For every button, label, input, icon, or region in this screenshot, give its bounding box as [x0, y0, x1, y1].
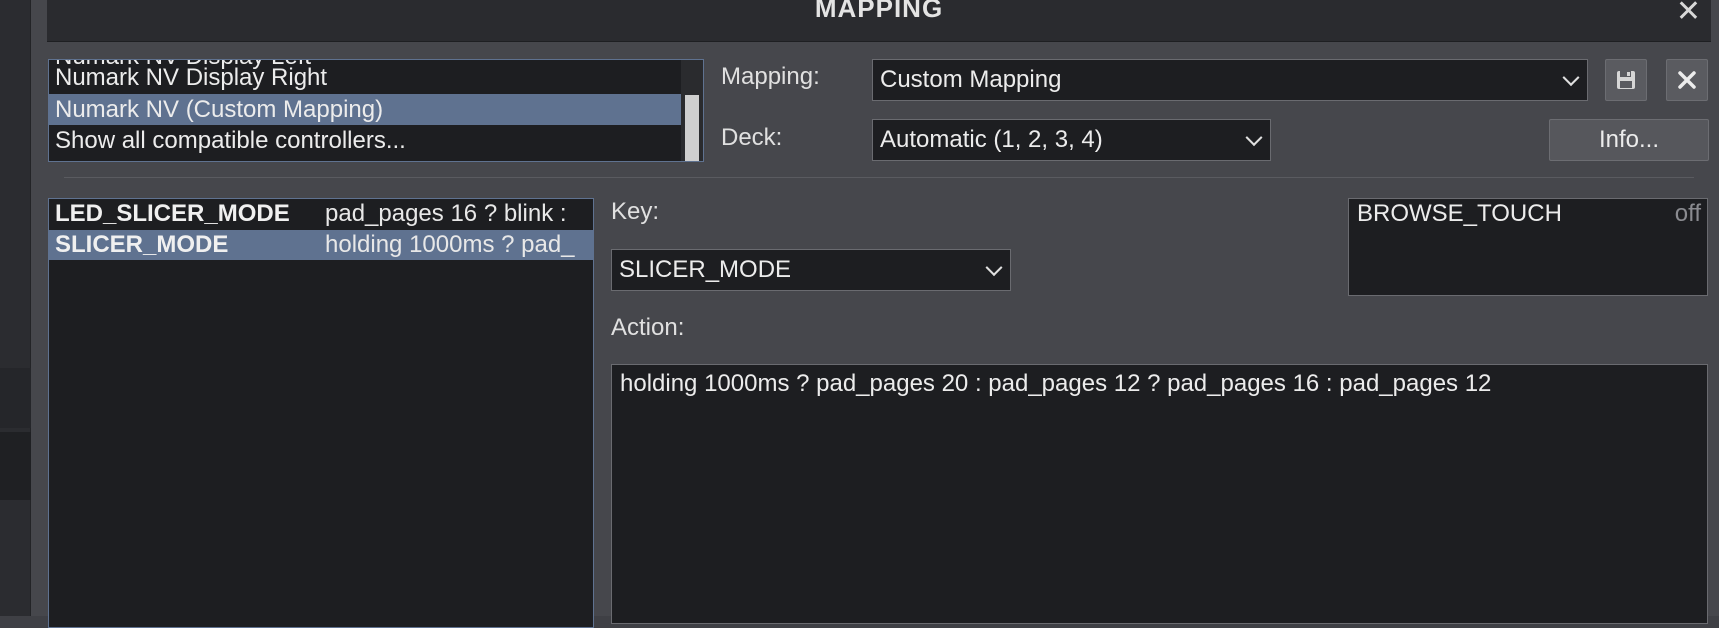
key-action-list[interactable]: LED_SLICER_MODE pad_pages 16 ? blink : S… — [48, 198, 594, 628]
chevron-down-icon — [1562, 69, 1580, 87]
key-name: LED_SLICER_MODE — [55, 200, 290, 227]
control-status-box: BROWSE_TOUCH off — [1348, 198, 1708, 296]
key-action: holding 1000ms ? pad_ — [325, 231, 575, 258]
left-sidebar-strip — [0, 0, 31, 616]
sidebar-block — [0, 368, 31, 428]
controller-item[interactable]: Numark NV Display Right — [49, 62, 681, 93]
save-mapping-button[interactable] — [1605, 59, 1647, 101]
controller-item-show-all[interactable]: Show all compatible controllers... — [49, 125, 681, 156]
mapping-select[interactable]: Custom Mapping — [872, 59, 1588, 101]
controller-item-selected[interactable]: Numark NV (Custom Mapping) — [49, 94, 681, 125]
action-label: Action: — [611, 314, 685, 341]
close-icon — [1678, 71, 1696, 89]
mapping-label: Mapping: — [721, 63, 820, 90]
section-divider — [64, 177, 1694, 178]
control-name: BROWSE_TOUCH — [1357, 200, 1562, 227]
deck-label: Deck: — [721, 124, 783, 151]
mapping-select-value: Custom Mapping — [880, 66, 1062, 93]
action-editor[interactable]: holding 1000ms ? pad_pages 20 : pad_page… — [611, 364, 1708, 624]
dialog-titlebar: MAPPING ✕ — [47, 0, 1711, 42]
control-state: off — [1674, 200, 1701, 227]
deck-select[interactable]: Automatic (1, 2, 3, 4) — [872, 119, 1271, 161]
dialog-title: MAPPING — [814, 0, 944, 23]
action-text[interactable]: holding 1000ms ? pad_pages 20 : pad_page… — [620, 370, 1491, 397]
key-action: pad_pages 16 ? blink : — [325, 200, 567, 227]
scrollbar-thumb[interactable] — [685, 95, 699, 161]
deck-select-value: Automatic (1, 2, 3, 4) — [880, 126, 1103, 153]
key-select-value: SLICER_MODE — [619, 256, 792, 283]
key-list-row-selected[interactable]: SLICER_MODE holding 1000ms ? pad_ — [49, 230, 593, 260]
delete-mapping-button[interactable] — [1666, 59, 1708, 101]
key-select[interactable]: SLICER_MODE — [611, 249, 1011, 291]
key-label: Key: — [611, 198, 660, 225]
key-name: SLICER_MODE — [55, 231, 229, 258]
info-button[interactable]: Info... — [1549, 119, 1709, 161]
controller-list-scrollbar[interactable] — [681, 60, 703, 161]
chevron-down-icon — [1245, 129, 1263, 147]
key-list-row[interactable]: LED_SLICER_MODE pad_pages 16 ? blink : — [49, 199, 593, 229]
chevron-down-icon — [985, 259, 1003, 277]
controller-list[interactable]: Numark NV Display Left Numark NV Display… — [48, 59, 704, 162]
save-icon — [1617, 71, 1635, 89]
sidebar-block — [0, 432, 31, 500]
dialog-close-icon[interactable]: ✕ — [1676, 0, 1701, 29]
